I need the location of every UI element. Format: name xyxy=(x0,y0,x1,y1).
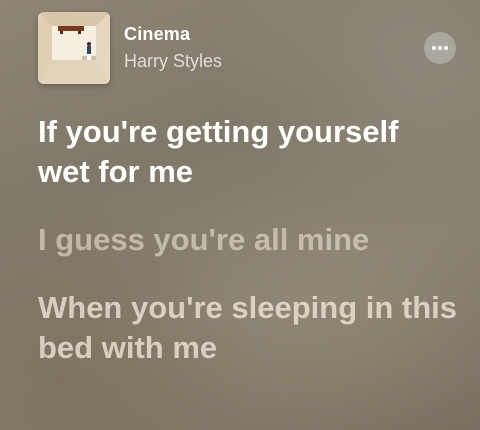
lyric-line-current[interactable]: If you're getting yourself wet for me xyxy=(38,112,458,192)
lyric-line[interactable]: I guess you're all mine xyxy=(38,220,458,260)
album-artwork-image xyxy=(38,12,110,84)
track-title: Cinema xyxy=(124,24,191,44)
album-artwork[interactable] xyxy=(38,12,110,84)
track-artist[interactable]: Harry Styles xyxy=(124,51,222,72)
more-options-button[interactable] xyxy=(424,32,456,64)
lyric-line[interactable]: When you're sleeping in this bed with me xyxy=(38,288,458,368)
lyrics-view: If you're getting yourself wet for me I … xyxy=(38,112,458,396)
ellipsis-icon xyxy=(432,46,448,50)
now-playing-header: Cinema Harry Styles xyxy=(0,0,480,100)
